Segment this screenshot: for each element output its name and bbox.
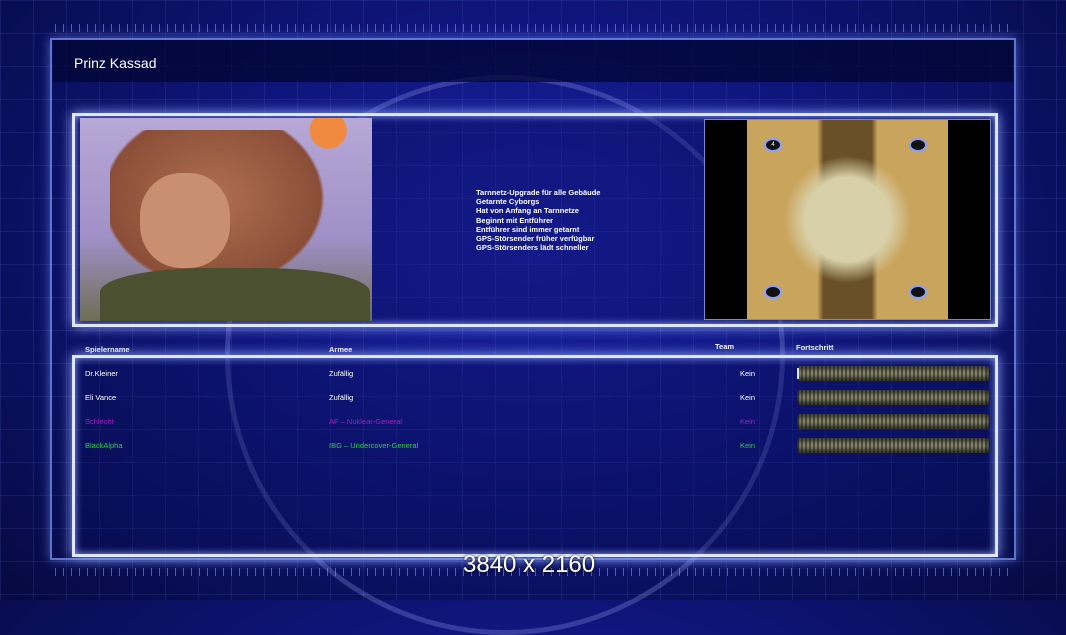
- player-row: Schlecht AF – Nuklear-General Kein: [0, 413, 1066, 429]
- progress-fill: [797, 368, 799, 379]
- player-list-panel: [72, 355, 998, 557]
- progress-bar: [797, 438, 989, 453]
- header-player-name: Spielername: [85, 345, 130, 354]
- general-portrait: [80, 118, 372, 321]
- player-team: Kein: [740, 393, 756, 402]
- player-team: Kein: [740, 441, 756, 450]
- player-row: BlackAlpha IBG – Undercover-General Kein: [0, 437, 1066, 453]
- player-name: Dr.Kleiner: [85, 369, 118, 378]
- player-row: Dr.Kleiner Zufällig Kein: [0, 365, 1066, 381]
- player-team: Kein: [740, 417, 756, 426]
- trait: Tarnnetz-Upgrade für alle Gebäude: [476, 188, 601, 197]
- resolution-overlay: 3840 x 2160: [463, 551, 596, 578]
- start-position-marker: [764, 285, 782, 299]
- player-name: BlackAlpha: [85, 441, 123, 450]
- player-army: Zufällig: [329, 393, 354, 402]
- player-army: Zufällig: [329, 369, 354, 378]
- start-position-marker: [909, 285, 927, 299]
- trait: GPS-Störsenders lädt schneller: [476, 243, 589, 253]
- header-army: Armee: [329, 345, 353, 354]
- trait: Getarnte Cyborgs: [476, 197, 540, 207]
- player-army: IBG – Undercover-General: [329, 441, 419, 450]
- player-army: AF – Nuklear-General: [329, 417, 402, 426]
- general-name-title: Prinz Kassad: [74, 55, 157, 71]
- progress-bar: [797, 390, 989, 405]
- trait: Entführer sind immer getarnt: [476, 224, 580, 234]
- trait: Beginnt mit Entführer: [476, 215, 554, 225]
- start-position-marker: [909, 138, 927, 152]
- trait: GPS-Störsender früher verfügbar: [476, 234, 595, 244]
- title-bar: [53, 40, 1013, 82]
- start-position-marker: 4: [764, 138, 782, 152]
- player-name: Eli Vance: [85, 393, 117, 402]
- progress-bar: [797, 366, 989, 381]
- top-ruler: [55, 24, 1011, 32]
- player-row: Eli Vance Zufällig Kein: [0, 389, 1066, 405]
- player-team: Kein: [740, 369, 756, 378]
- general-traits-list: Tarnnetz-Upgrade für alle Gebäude Getarn…: [476, 188, 600, 252]
- header-team: Team: [715, 342, 735, 351]
- progress-bar: [797, 414, 989, 429]
- map-preview: 4: [747, 120, 948, 319]
- trait: Hat von Anfang an Tarnnetze: [476, 206, 579, 216]
- player-name: Schlecht: [85, 417, 114, 426]
- header-progress: Fortschritt: [796, 343, 834, 352]
